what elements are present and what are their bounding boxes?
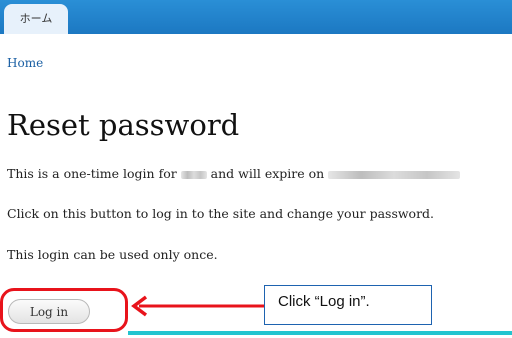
button-highlight-outline [0, 288, 128, 332]
instruction-callout: Click “Log in”. [264, 285, 432, 325]
top-toolbar: ホーム [0, 0, 512, 34]
single-use-notice: This login can be used only once. [7, 247, 218, 262]
expire-text: and will expire on [210, 166, 325, 181]
one-time-login-text: This is a one-time login for and will ex… [7, 166, 461, 181]
tab-home[interactable]: ホーム [4, 4, 68, 34]
instruction-text: Click on this button to log in to the si… [7, 206, 435, 221]
one-time-login-prefix: This is a one-time login for [7, 166, 177, 181]
page-title: Reset password [7, 108, 240, 142]
redacted-expiry-date [328, 170, 461, 179]
redacted-username [180, 170, 207, 179]
accent-line [128, 331, 512, 335]
breadcrumb-home-link[interactable]: Home [7, 56, 43, 70]
pointer-arrow-icon [131, 295, 264, 317]
